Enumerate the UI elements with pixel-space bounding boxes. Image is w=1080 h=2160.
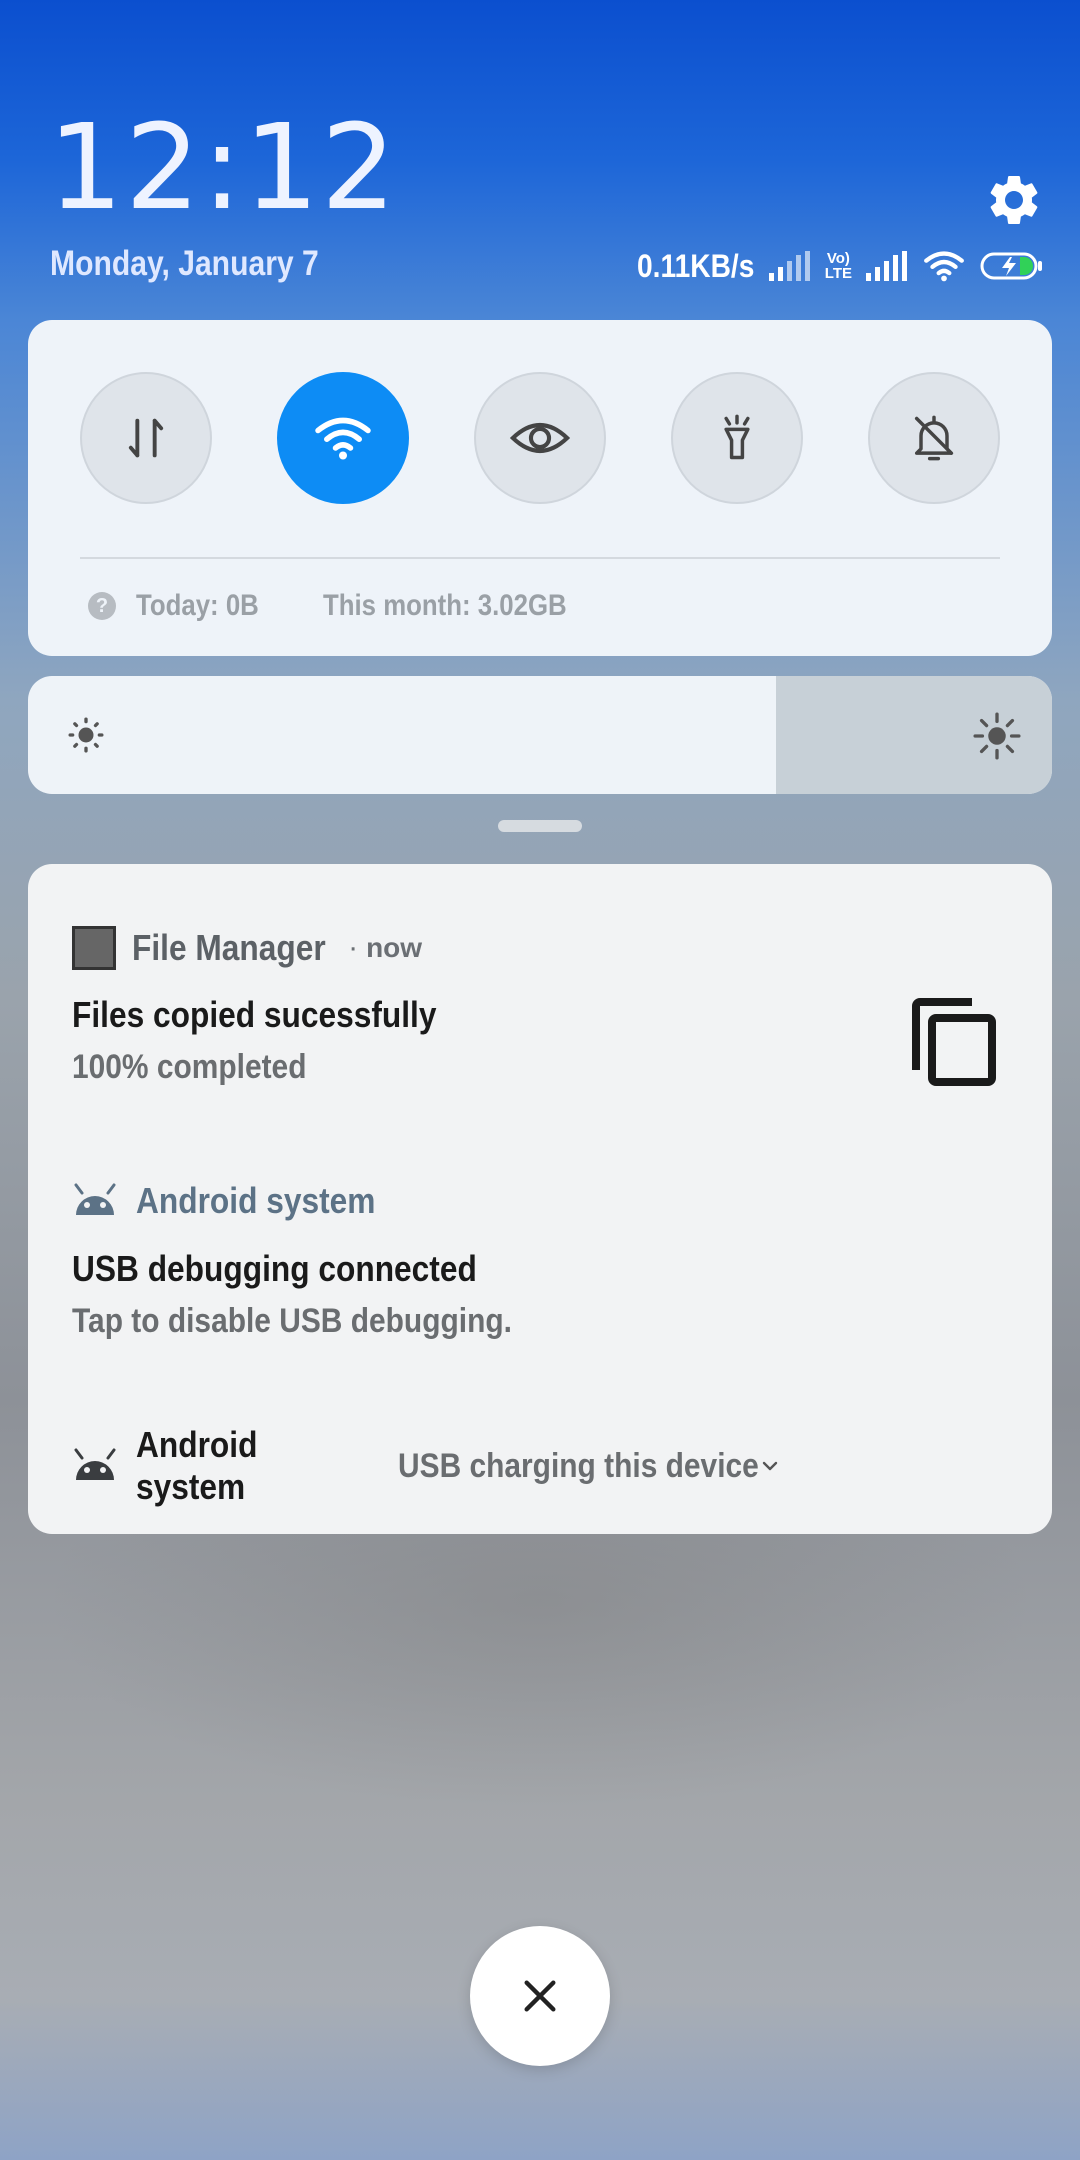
- network-speed: 0.11KB/s: [637, 247, 755, 284]
- volte-icon: Vo) LTE: [824, 250, 852, 282]
- silent-toggle[interactable]: [868, 372, 1000, 504]
- mobile-data-toggle[interactable]: [80, 372, 212, 504]
- android-icon: [74, 1183, 116, 1215]
- data-arrows-icon: [128, 418, 164, 458]
- wifi-icon: [924, 251, 964, 282]
- clock-time[interactable]: 12:12: [48, 108, 398, 226]
- battery-charging-icon: [980, 252, 1042, 280]
- notification-collapsed[interactable]: Android system USB charging this device: [72, 1424, 782, 1508]
- notification-header: Android system: [72, 1180, 408, 1222]
- help-icon: ?: [88, 592, 116, 620]
- notification-text[interactable]: Tap to disable USB debugging.: [72, 1302, 512, 1341]
- wifi-icon: [315, 417, 371, 460]
- notification-text: USB charging this device: [398, 1446, 759, 1485]
- panel-drag-handle[interactable]: [498, 820, 582, 832]
- usage-today: Today: 0B: [136, 589, 259, 622]
- brightness-high-icon: [973, 712, 1021, 760]
- app-name: Android system: [136, 1180, 376, 1221]
- brightness-slider[interactable]: [28, 676, 1052, 794]
- notification-time: now: [366, 932, 423, 963]
- chevron-down-icon[interactable]: [758, 1454, 782, 1478]
- app-name: File Manager: [132, 927, 326, 968]
- file-manager-app-icon: [72, 926, 116, 970]
- brightness-low-icon: [68, 717, 104, 753]
- divider: [80, 557, 1000, 559]
- usage-month: This month: 3.02GB: [322, 589, 567, 622]
- date-label[interactable]: Monday, January 7: [50, 244, 319, 284]
- status-bar: 0.11KB/s Vo) LTE: [621, 244, 1044, 288]
- close-icon: [524, 1980, 556, 2012]
- copy-icon: [912, 998, 996, 1086]
- notification-text[interactable]: 100% completed: [72, 1048, 306, 1087]
- eye-icon: [509, 423, 571, 453]
- quick-settings-panel: ? Today: 0B This month: 3.02GB: [28, 320, 1052, 656]
- signal-icon: [866, 251, 907, 281]
- notification-header: File Manager · now: [72, 926, 422, 970]
- notification-title[interactable]: USB debugging connected: [72, 1248, 477, 1290]
- android-icon: [74, 1448, 116, 1480]
- app-name: Android system: [136, 1424, 258, 1507]
- reading-mode-toggle[interactable]: [474, 372, 606, 504]
- signal-icon: [768, 251, 810, 281]
- bell-off-icon: [914, 415, 954, 461]
- gear-icon[interactable]: [984, 170, 1044, 230]
- flashlight-toggle[interactable]: [671, 372, 803, 504]
- notification-list: File Manager · now Files copied sucessfu…: [28, 864, 1052, 1534]
- clear-notifications-button[interactable]: [470, 1926, 610, 2066]
- notification-title[interactable]: Files copied sucessfully: [72, 994, 436, 1036]
- wifi-toggle[interactable]: [277, 372, 409, 504]
- flashlight-icon: [724, 414, 750, 460]
- data-usage[interactable]: ? Today: 0B This month: 3.02GB: [88, 586, 606, 626]
- separator-dot: ·: [348, 931, 359, 964]
